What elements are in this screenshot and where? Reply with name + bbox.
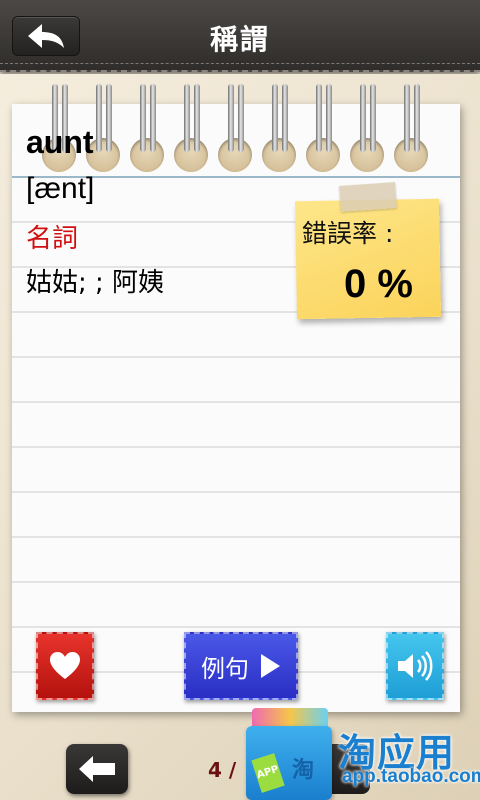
ring-wire — [414, 84, 420, 152]
bag-logo-char: 淘 — [292, 758, 315, 783]
header-bar: 稱謂 — [0, 0, 480, 72]
ring-wire — [404, 84, 410, 152]
part-of-speech: 名詞 — [26, 224, 79, 254]
spiral-ring — [174, 84, 208, 172]
spiral-ring — [306, 84, 340, 172]
spiral-ring — [218, 84, 252, 172]
spiral-ring — [86, 84, 120, 172]
taobao-app-icon[interactable]: APP 淘 — [246, 708, 332, 800]
left-arrow-icon — [79, 756, 115, 782]
ring-wire — [272, 84, 278, 152]
ring-hole — [306, 138, 340, 172]
spiral-ring — [130, 84, 164, 172]
page-title: 稱謂 — [209, 23, 270, 56]
ring-wire — [106, 84, 112, 152]
taobao-url-text[interactable]: app.taobao.com — [342, 766, 480, 788]
ring-wire — [140, 84, 146, 152]
previous-card-button[interactable] — [66, 744, 128, 794]
ring-wire — [326, 84, 332, 152]
pronunciation-button[interactable] — [386, 632, 444, 700]
tape-strip — [339, 182, 397, 212]
word-text: aunt — [26, 124, 94, 160]
ring-hole — [394, 138, 428, 172]
ring-wire — [316, 84, 322, 152]
meaning-text: 姑姑; ; 阿姨 — [26, 268, 165, 298]
spiral-ring — [262, 84, 296, 172]
example-sentence-button[interactable]: 例句 — [184, 632, 298, 700]
ring-hole — [218, 138, 252, 172]
ring-wire — [96, 84, 102, 152]
example-label: 例句 — [201, 654, 249, 683]
ring-wire — [238, 84, 244, 152]
ring-wire — [150, 84, 156, 152]
ring-hole — [350, 138, 384, 172]
ring-wire — [228, 84, 234, 152]
ring-wire — [282, 84, 288, 152]
spiral-ring — [350, 84, 384, 172]
spiral-ring — [394, 84, 428, 172]
error-rate-label: 錯誤率 : — [302, 219, 394, 248]
ring-hole — [262, 138, 296, 172]
page-counter: 4 / — [208, 758, 237, 782]
ring-wire — [360, 84, 366, 152]
error-rate-value: 0 % — [344, 262, 413, 306]
ring-wire — [370, 84, 376, 152]
ring-hole — [130, 138, 164, 172]
phonetic-text: [ænt] — [26, 172, 95, 205]
heart-icon — [50, 652, 80, 679]
play-icon — [261, 654, 280, 678]
favorite-button[interactable] — [36, 632, 94, 700]
ring-wire — [194, 84, 200, 152]
speaker-icon — [398, 651, 433, 681]
ring-hole — [174, 138, 208, 172]
ring-wire — [184, 84, 190, 152]
